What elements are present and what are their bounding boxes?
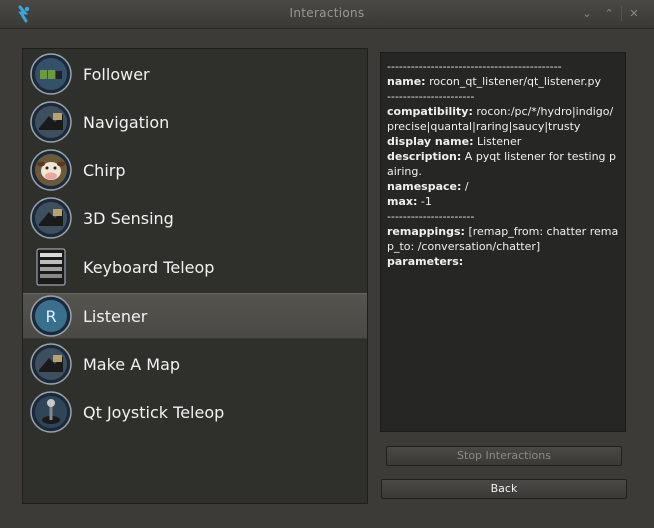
details-namespace: namespace: /: [387, 179, 619, 194]
list-item-label: Keyboard Teleop: [83, 257, 215, 277]
details-remappings: remappings: [remap_from: chatter remap_t…: [387, 224, 619, 254]
details-key: namespace:: [387, 180, 462, 193]
details-key: parameters:: [387, 255, 464, 268]
details-separator: ----------------------: [387, 90, 475, 103]
details-max: max: -1: [387, 194, 619, 209]
list-item-label: Make A Map: [83, 354, 181, 374]
details-key: compatibility:: [387, 105, 473, 118]
details-description: description: A pyqt listener for testing…: [387, 149, 619, 179]
details-key: max:: [387, 195, 418, 208]
maximize-icon[interactable]: ⌃: [599, 5, 619, 22]
details-key: description:: [387, 150, 462, 163]
list-item-label: Chirp: [83, 160, 126, 180]
turtlebot-3d-sensing-icon: [30, 197, 72, 239]
keyboard-icon: [36, 248, 66, 286]
list-item-label: Listener: [83, 306, 148, 326]
list-item[interactable]: Navigation: [23, 99, 367, 145]
details-compatibility: compatibility: rocon:/pc/*/hydro|indigo/…: [387, 104, 619, 134]
cow-chirp-icon: [30, 149, 72, 191]
details-value: Listener: [473, 135, 522, 148]
close-icon[interactable]: ✕: [624, 5, 644, 22]
svg-text:R: R: [45, 307, 56, 326]
interaction-details-panel: ---------------------- ------------------…: [380, 52, 626, 432]
details-name: name: rocon_qt_listener/qt_listener.py: [387, 74, 619, 89]
details-separator: ----------------------: [387, 210, 475, 223]
joystick-icon: [30, 391, 72, 433]
list-item[interactable]: Qt Joystick Teleop: [23, 389, 367, 435]
details-parameters: parameters:: [387, 254, 619, 269]
list-item[interactable]: Make A Map: [23, 341, 367, 387]
back-button[interactable]: Back: [381, 479, 627, 499]
turtlebot-navigation-icon: [30, 101, 72, 143]
list-item-selected[interactable]: R Listener: [23, 293, 367, 339]
title-bar: Interactions ⌄ ⌃ ✕: [0, 0, 654, 29]
list-item[interactable]: Follower: [23, 51, 367, 97]
list-item-label: 3D Sensing: [83, 208, 174, 228]
details-value: -1: [417, 195, 432, 208]
list-item[interactable]: 3D Sensing: [23, 195, 367, 241]
minimize-icon[interactable]: ⌄: [577, 5, 597, 22]
interactions-window: Interactions ⌄ ⌃ ✕ Follower Navigation C…: [0, 0, 654, 528]
interactions-list[interactable]: Follower Navigation Chirp 3D Sensing Key…: [22, 48, 368, 504]
list-item[interactable]: Chirp: [23, 147, 367, 193]
details-key: name:: [387, 75, 426, 88]
details-value: rocon_qt_listener/qt_listener.py: [425, 75, 601, 88]
list-item[interactable]: Keyboard Teleop: [23, 244, 367, 290]
list-item-label: Qt Joystick Teleop: [83, 402, 225, 422]
window-controls: ⌄ ⌃ ✕: [577, 5, 644, 22]
details-separator: ----------------------------------------…: [387, 60, 562, 73]
turtlebot-follower-icon: [30, 53, 72, 95]
ros-listener-icon: R: [30, 295, 72, 337]
divider: [621, 6, 622, 21]
list-item-label: Follower: [83, 64, 150, 84]
details-key: remappings:: [387, 225, 465, 238]
turtlebot-map-icon: [30, 343, 72, 385]
details-value: /: [461, 180, 469, 193]
window-title: Interactions: [289, 6, 365, 20]
stop-interactions-button[interactable]: Stop Interactions: [386, 446, 622, 466]
list-item-label: Navigation: [83, 112, 170, 132]
details-key: display name:: [387, 135, 474, 148]
details-display-name: display name: Listener: [387, 134, 619, 149]
